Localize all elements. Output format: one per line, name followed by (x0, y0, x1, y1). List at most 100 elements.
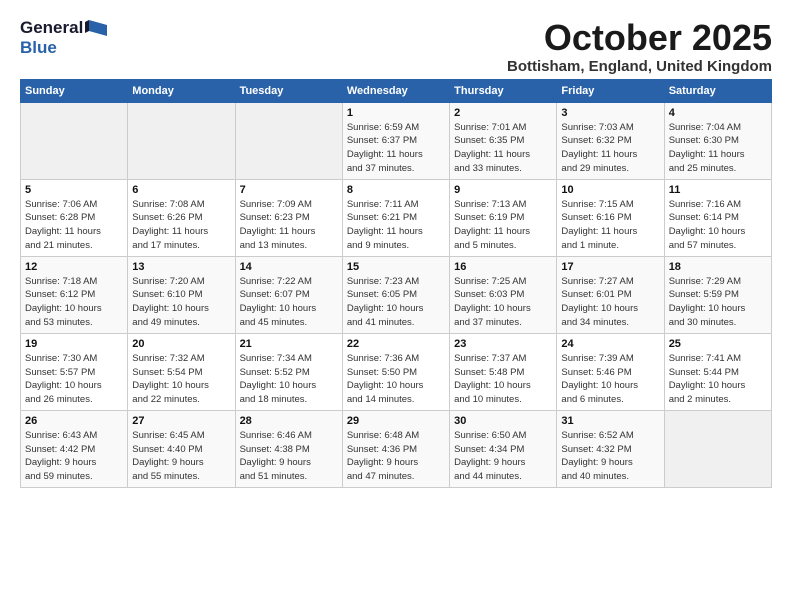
day-cell: 10 Sunrise: 7:15 AM Sunset: 6:16 PM Dayli… (557, 179, 664, 256)
day-info: Sunrise: 7:25 AM Sunset: 6:03 PM Dayligh… (454, 275, 552, 330)
day-info: Sunrise: 7:09 AM Sunset: 6:23 PM Dayligh… (240, 198, 338, 253)
day-cell: 29 Sunrise: 6:48 AM Sunset: 4:36 PM Dayli… (342, 410, 449, 487)
day-number: 21 (240, 338, 338, 350)
day-number: 20 (132, 338, 230, 350)
day-info: Sunrise: 7:27 AM Sunset: 6:01 PM Dayligh… (561, 275, 659, 330)
day-info: Sunrise: 7:16 AM Sunset: 6:14 PM Dayligh… (669, 198, 767, 253)
day-number: 15 (347, 261, 445, 273)
day-cell: 12 Sunrise: 7:18 AM Sunset: 6:12 PM Dayli… (21, 256, 128, 333)
day-number: 18 (669, 261, 767, 273)
day-info: Sunrise: 7:11 AM Sunset: 6:21 PM Dayligh… (347, 198, 445, 253)
day-cell: 16 Sunrise: 7:25 AM Sunset: 6:03 PM Dayli… (450, 256, 557, 333)
day-cell: 22 Sunrise: 7:36 AM Sunset: 5:50 PM Dayli… (342, 333, 449, 410)
day-cell: 26 Sunrise: 6:43 AM Sunset: 4:42 PM Dayli… (21, 410, 128, 487)
day-cell: 7 Sunrise: 7:09 AM Sunset: 6:23 PM Daylig… (235, 179, 342, 256)
day-info: Sunrise: 6:59 AM Sunset: 6:37 PM Dayligh… (347, 121, 445, 176)
day-number: 22 (347, 338, 445, 350)
day-cell: 20 Sunrise: 7:32 AM Sunset: 5:54 PM Dayli… (128, 333, 235, 410)
day-cell: 11 Sunrise: 7:16 AM Sunset: 6:14 PM Dayli… (664, 179, 771, 256)
day-number: 30 (454, 415, 552, 427)
logo-general: General (20, 18, 83, 38)
day-info: Sunrise: 7:34 AM Sunset: 5:52 PM Dayligh… (240, 352, 338, 407)
week-row-4: 19 Sunrise: 7:30 AM Sunset: 5:57 PM Dayli… (21, 333, 772, 410)
day-cell: 19 Sunrise: 7:30 AM Sunset: 5:57 PM Dayli… (21, 333, 128, 410)
logo: General Blue (20, 18, 107, 58)
day-info: Sunrise: 7:30 AM Sunset: 5:57 PM Dayligh… (25, 352, 123, 407)
day-number: 12 (25, 261, 123, 273)
day-info: Sunrise: 7:41 AM Sunset: 5:44 PM Dayligh… (669, 352, 767, 407)
day-info: Sunrise: 7:37 AM Sunset: 5:48 PM Dayligh… (454, 352, 552, 407)
day-cell: 13 Sunrise: 7:20 AM Sunset: 6:10 PM Dayli… (128, 256, 235, 333)
day-info: Sunrise: 7:29 AM Sunset: 5:59 PM Dayligh… (669, 275, 767, 330)
week-row-1: 1 Sunrise: 6:59 AM Sunset: 6:37 PM Daylig… (21, 102, 772, 179)
day-info: Sunrise: 6:45 AM Sunset: 4:40 PM Dayligh… (132, 429, 230, 484)
day-number: 19 (25, 338, 123, 350)
day-number: 14 (240, 261, 338, 273)
day-number: 11 (669, 184, 767, 196)
day-cell: 23 Sunrise: 7:37 AM Sunset: 5:48 PM Dayli… (450, 333, 557, 410)
day-number: 13 (132, 261, 230, 273)
day-info: Sunrise: 6:46 AM Sunset: 4:38 PM Dayligh… (240, 429, 338, 484)
day-number: 3 (561, 107, 659, 119)
day-cell (128, 102, 235, 179)
title-block: October 2025 Bottisham, England, United … (507, 18, 772, 75)
day-info: Sunrise: 6:43 AM Sunset: 4:42 PM Dayligh… (25, 429, 123, 484)
day-info: Sunrise: 7:01 AM Sunset: 6:35 PM Dayligh… (454, 121, 552, 176)
weekday-friday: Friday (557, 79, 664, 102)
weekday-header-row: SundayMondayTuesdayWednesdayThursdayFrid… (21, 79, 772, 102)
day-cell (664, 410, 771, 487)
day-number: 8 (347, 184, 445, 196)
page: General Blue October 2025 Bottisham, Eng… (0, 0, 792, 498)
day-number: 7 (240, 184, 338, 196)
calendar-body: 1 Sunrise: 6:59 AM Sunset: 6:37 PM Daylig… (21, 102, 772, 487)
day-number: 25 (669, 338, 767, 350)
weekday-monday: Monday (128, 79, 235, 102)
week-row-5: 26 Sunrise: 6:43 AM Sunset: 4:42 PM Dayli… (21, 410, 772, 487)
day-info: Sunrise: 6:50 AM Sunset: 4:34 PM Dayligh… (454, 429, 552, 484)
day-cell: 30 Sunrise: 6:50 AM Sunset: 4:34 PM Dayli… (450, 410, 557, 487)
day-number: 23 (454, 338, 552, 350)
day-number: 4 (669, 107, 767, 119)
day-cell: 24Sunrise: 7:39 AM Sunset: 5:46 PM Dayli… (557, 333, 664, 410)
day-cell: 25 Sunrise: 7:41 AM Sunset: 5:44 PM Dayli… (664, 333, 771, 410)
day-cell: 3Sunrise: 7:03 AM Sunset: 6:32 PM Daylig… (557, 102, 664, 179)
day-info: Sunrise: 7:06 AM Sunset: 6:28 PM Dayligh… (25, 198, 123, 253)
day-info: Sunrise: 7:20 AM Sunset: 6:10 PM Dayligh… (132, 275, 230, 330)
day-cell: 9Sunrise: 7:13 AM Sunset: 6:19 PM Daylig… (450, 179, 557, 256)
day-cell: 8 Sunrise: 7:11 AM Sunset: 6:21 PM Daylig… (342, 179, 449, 256)
day-info: Sunrise: 7:15 AM Sunset: 6:16 PM Dayligh… (561, 198, 659, 253)
day-cell: 2 Sunrise: 7:01 AM Sunset: 6:35 PM Daylig… (450, 102, 557, 179)
day-number: 5 (25, 184, 123, 196)
day-info: Sunrise: 6:48 AM Sunset: 4:36 PM Dayligh… (347, 429, 445, 484)
weekday-sunday: Sunday (21, 79, 128, 102)
day-info: Sunrise: 6:52 AM Sunset: 4:32 PM Dayligh… (561, 429, 659, 484)
day-cell: 6 Sunrise: 7:08 AM Sunset: 6:26 PM Daylig… (128, 179, 235, 256)
day-number: 1 (347, 107, 445, 119)
day-number: 27 (132, 415, 230, 427)
day-number: 26 (25, 415, 123, 427)
day-number: 6 (132, 184, 230, 196)
day-cell: 18 Sunrise: 7:29 AM Sunset: 5:59 PM Dayli… (664, 256, 771, 333)
day-info: Sunrise: 7:36 AM Sunset: 5:50 PM Dayligh… (347, 352, 445, 407)
day-cell: 27 Sunrise: 6:45 AM Sunset: 4:40 PM Dayli… (128, 410, 235, 487)
weekday-tuesday: Tuesday (235, 79, 342, 102)
day-cell: 21 Sunrise: 7:34 AM Sunset: 5:52 PM Dayli… (235, 333, 342, 410)
day-info: Sunrise: 7:39 AM Sunset: 5:46 PM Dayligh… (561, 352, 659, 407)
calendar: SundayMondayTuesdayWednesdayThursdayFrid… (20, 79, 772, 488)
day-number: 16 (454, 261, 552, 273)
day-number: 2 (454, 107, 552, 119)
day-info: Sunrise: 7:08 AM Sunset: 6:26 PM Dayligh… (132, 198, 230, 253)
day-cell (235, 102, 342, 179)
day-info: Sunrise: 7:18 AM Sunset: 6:12 PM Dayligh… (25, 275, 123, 330)
day-number: 28 (240, 415, 338, 427)
day-info: Sunrise: 7:32 AM Sunset: 5:54 PM Dayligh… (132, 352, 230, 407)
day-cell (21, 102, 128, 179)
weekday-thursday: Thursday (450, 79, 557, 102)
day-info: Sunrise: 7:13 AM Sunset: 6:19 PM Dayligh… (454, 198, 552, 253)
day-number: 10 (561, 184, 659, 196)
weekday-saturday: Saturday (664, 79, 771, 102)
day-number: 31 (561, 415, 659, 427)
day-cell: 5 Sunrise: 7:06 AM Sunset: 6:28 PM Daylig… (21, 179, 128, 256)
day-cell: 17Sunrise: 7:27 AM Sunset: 6:01 PM Dayli… (557, 256, 664, 333)
day-number: 29 (347, 415, 445, 427)
